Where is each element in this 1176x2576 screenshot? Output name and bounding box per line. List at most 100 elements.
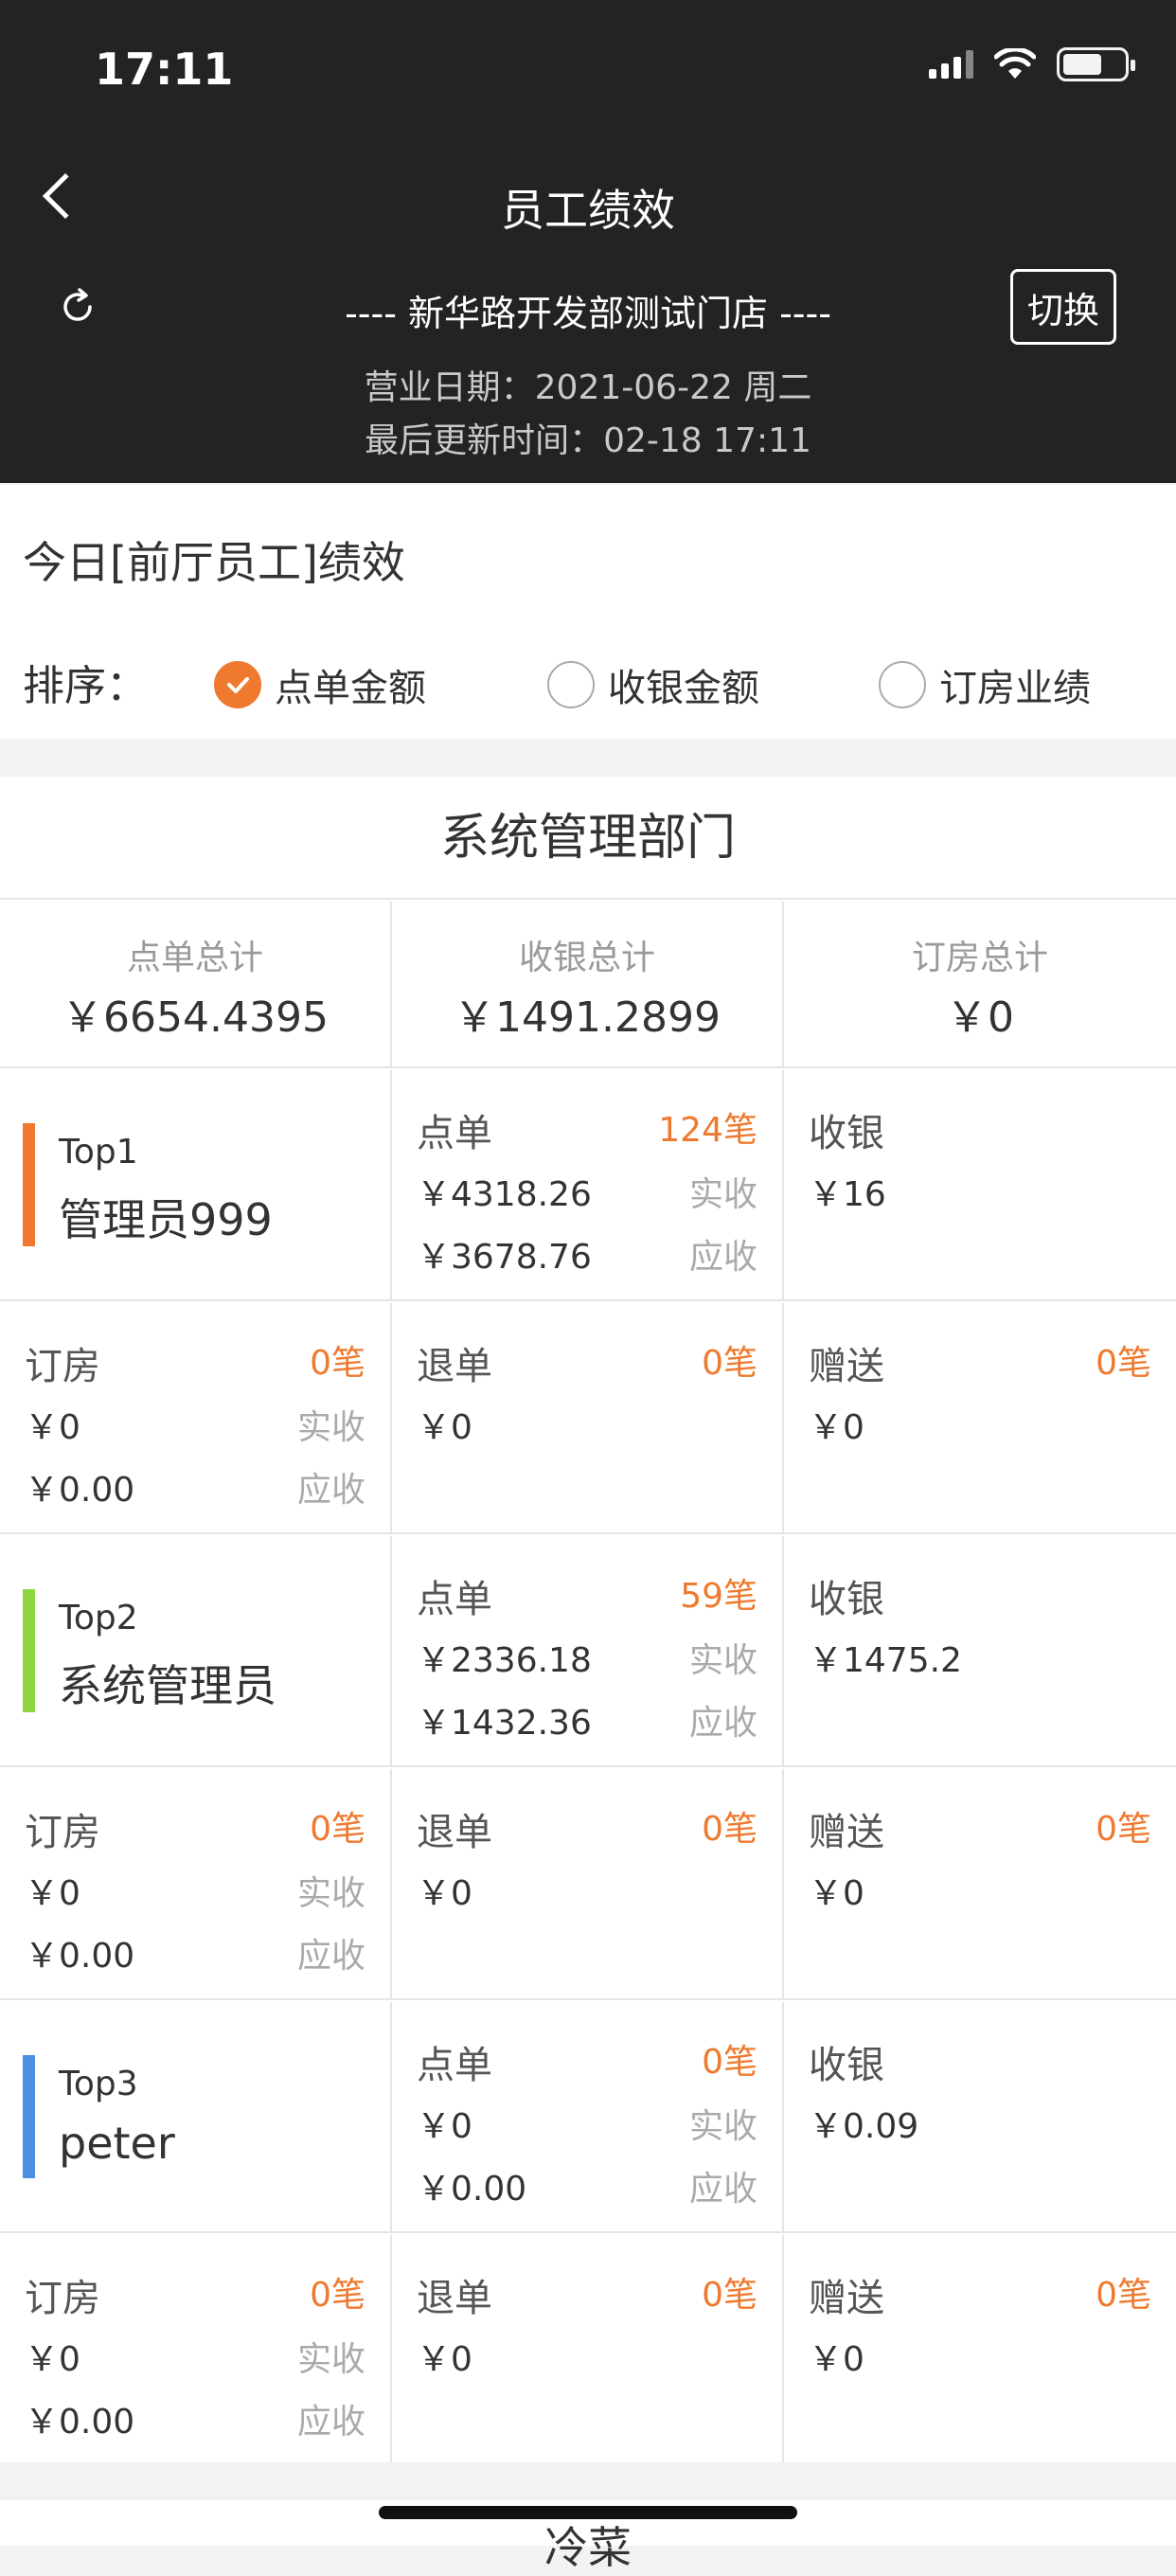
gift-count: 0笔 [1096, 1344, 1151, 1383]
last-updated: 最后更新时间：02-18 17:11 [365, 421, 811, 460]
wifi-icon [994, 48, 1036, 79]
rank-label: Top3 [59, 2065, 138, 2103]
employee-row-top3[interactable]: Top3 peter 点单 0笔 ￥0 实收 ￥0.00 应收 收银 ￥0.09 [0, 2002, 1176, 2233]
received-tag: 实收 [296, 1408, 365, 1447]
sort-option-booking[interactable]: 订房业绩 [879, 657, 1091, 712]
next-section-title: 冷菜 [544, 2522, 632, 2573]
cashier-cell: 收银 ￥0.09 [784, 2002, 1176, 2231]
status-time: 17:11 [95, 44, 234, 95]
refund-count: 0笔 [702, 2276, 757, 2315]
booking-receivable-value: ￥0.00 [25, 1937, 135, 1976]
department-section: 系统管理部门 点单总计 ￥6654.4395 收银总计 ￥1491.2899 订… [0, 777, 1176, 2462]
employee-row-top2[interactable]: Top2 系统管理员 点单 59笔 ￥2336.18 实收 ￥1432.36 应… [0, 1536, 1176, 1767]
refund-cell: 退单 0笔 ￥0 [392, 1769, 784, 1998]
sort-option-label: 订房业绩 [939, 667, 1091, 710]
sort-option-cashier-amount[interactable]: 收银金额 [547, 657, 759, 712]
cashier-value: ￥0.09 [809, 2107, 919, 2146]
order-label: 点单 [417, 2044, 492, 2087]
refund-value: ￥0 [417, 2340, 472, 2379]
refund-label: 退单 [417, 1345, 492, 1388]
booking-received-value: ￥0 [25, 2340, 80, 2379]
order-cell: 点单 0笔 ￥0 实收 ￥0.00 应收 [392, 2002, 784, 2231]
gift-cell: 赠送 0笔 ￥0 [784, 1769, 1176, 1998]
receivable-tag: 应收 [688, 1238, 757, 1277]
booking-received-value: ￥0 [25, 1408, 80, 1447]
received-tag: 实收 [688, 1175, 757, 1214]
total-label: 点单总计 [126, 939, 263, 977]
gift-cell: 赠送 0笔 ￥0 [784, 2235, 1176, 2462]
refund-value: ￥0 [417, 1874, 472, 1913]
order-total-cell: 点单总计 ￥6654.4395 [0, 902, 392, 1066]
radio-unchecked-icon [547, 661, 595, 708]
gift-cell: 赠送 0笔 ￥0 [784, 1303, 1176, 1532]
cashier-label: 收银 [809, 1578, 884, 1621]
receivable-tag: 应收 [296, 1471, 365, 1510]
cashier-label: 收银 [809, 2044, 884, 2087]
totals-row: 点单总计 ￥6654.4395 收银总计 ￥1491.2899 订房总计 ￥0 [0, 902, 1176, 1068]
department-name: 系统管理部门 [0, 777, 1176, 900]
cashier-value: ￥16 [809, 1175, 886, 1214]
gift-value: ￥0 [809, 2340, 864, 2379]
order-label: 点单 [417, 1112, 492, 1155]
sort-option-label: 收银金额 [608, 667, 759, 710]
gift-count: 0笔 [1096, 1810, 1151, 1849]
employee-name: 系统管理员 [59, 1660, 276, 1711]
order-cell: 点单 124笔 ￥4318.26 实收 ￥3678.76 应收 [392, 1070, 784, 1299]
cashier-cell: 收银 ￥16 [784, 1070, 1176, 1299]
booking-count: 0笔 [310, 1810, 365, 1849]
order-count: 0笔 [702, 2043, 757, 2082]
sort-section: 今日[前厅员工]绩效 排序： 点单金额 收银金额 订房业绩 [0, 485, 1176, 739]
booking-received-value: ￥0 [25, 1874, 80, 1913]
order-receivable-value: ￥1432.36 [417, 1704, 592, 1743]
booking-total-cell: 订房总计 ￥0 [784, 902, 1176, 1066]
gift-value: ￥0 [809, 1408, 864, 1447]
employee-rank-cell: Top2 系统管理员 [0, 1536, 392, 1765]
store-name: ---- 新华路开发部测试门店 ---- [345, 293, 831, 334]
employee-detail-row-top3: 订房 0笔 ￥0 实收 ￥0.00 应收 退单 0笔 ￥0 赠送 0笔 ￥0 [0, 2235, 1176, 2462]
home-indicator[interactable] [379, 2506, 797, 2519]
business-date: 营业日期：2021-06-22 周二 [364, 368, 812, 407]
cashier-total-cell: 收银总计 ￥1491.2899 [392, 902, 784, 1066]
employee-rank-cell: Top1 管理员999 [0, 1070, 392, 1299]
booking-cell: 订房 0笔 ￥0 实收 ￥0.00 应收 [0, 1769, 392, 1998]
received-tag: 实收 [296, 1874, 365, 1913]
gift-count: 0笔 [1096, 2276, 1151, 2315]
order-receivable-value: ￥0.00 [417, 2170, 527, 2209]
received-tag: 实收 [688, 1641, 757, 1680]
switch-store-button[interactable]: 切换 [1010, 269, 1116, 345]
section-title: 今日[前厅员工]绩效 [23, 537, 405, 588]
refund-label: 退单 [417, 2277, 492, 2320]
total-label: 收银总计 [518, 939, 655, 977]
page-title: 员工绩效 [501, 185, 675, 236]
order-receivable-value: ￥3678.76 [417, 1238, 592, 1277]
rank-label: Top2 [59, 1599, 138, 1637]
booking-label: 订房 [25, 2277, 100, 2320]
gift-label: 赠送 [809, 1811, 884, 1854]
battery-icon [1057, 47, 1135, 81]
booking-count: 0笔 [310, 2276, 365, 2315]
refund-cell: 退单 0笔 ￥0 [392, 2235, 784, 2462]
receivable-tag: 应收 [688, 2170, 757, 2209]
received-tag: 实收 [296, 2340, 365, 2379]
rank-color-bar [23, 2055, 35, 2178]
gift-label: 赠送 [809, 2277, 884, 2320]
rank-label: Top1 [59, 1133, 138, 1172]
rank-color-bar [23, 1589, 35, 1712]
booking-count: 0笔 [310, 1344, 365, 1383]
radio-checked-icon [214, 661, 261, 708]
cellular-signal-icon [929, 50, 973, 79]
order-received-value: ￥2336.18 [417, 1641, 592, 1680]
booking-receivable-value: ￥0.00 [25, 1471, 135, 1510]
receivable-tag: 应收 [296, 2403, 365, 2442]
order-label: 点单 [417, 1578, 492, 1621]
sort-option-order-amount[interactable]: 点单金额 [214, 657, 426, 712]
refund-count: 0笔 [702, 1810, 757, 1849]
cashier-label: 收银 [809, 1112, 884, 1155]
sort-option-label: 点单金额 [275, 667, 426, 710]
total-value: ￥0 [946, 993, 1014, 1042]
employee-row-top1[interactable]: Top1 管理员999 点单 124笔 ￥4318.26 实收 ￥3678.76… [0, 1070, 1176, 1301]
receivable-tag: 应收 [688, 1704, 757, 1743]
order-received-value: ￥0 [417, 2107, 472, 2146]
refund-count: 0笔 [702, 1344, 757, 1383]
refund-label: 退单 [417, 1811, 492, 1854]
